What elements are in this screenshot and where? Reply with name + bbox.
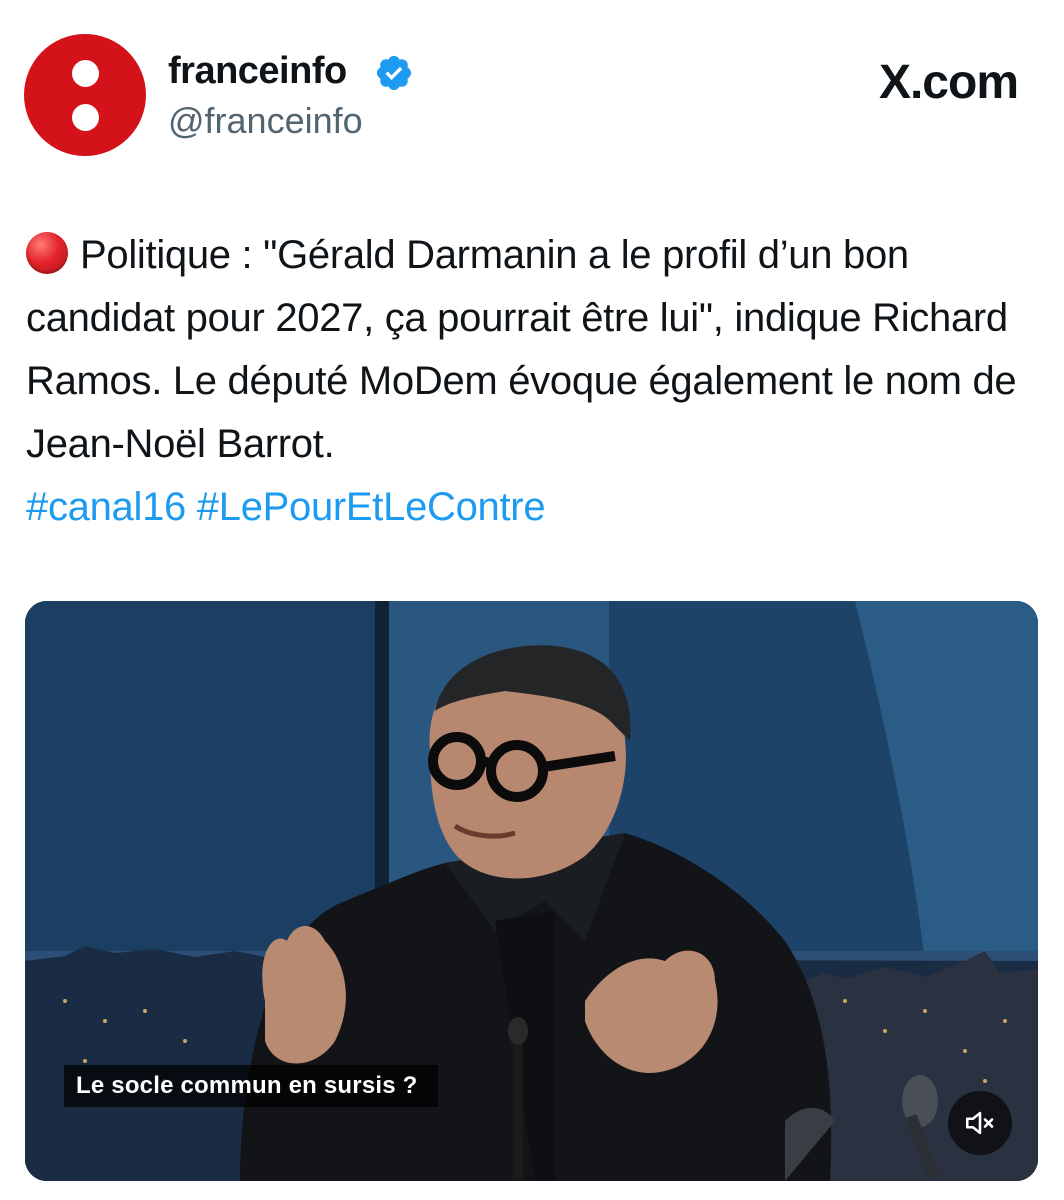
speaker-muted-icon	[965, 1111, 994, 1135]
logo-dot-top	[72, 60, 99, 87]
tweet-text: Politique : "Gérald Darmanin a le profil…	[26, 224, 1036, 539]
mute-button[interactable]	[948, 1091, 1012, 1155]
author-handle[interactable]: @franceinfo	[168, 100, 363, 142]
red-circle-icon	[26, 232, 68, 274]
author-display-name[interactable]: franceinfo	[168, 50, 347, 93]
tweet-body: Politique : "Gérald Darmanin a le profil…	[26, 233, 1017, 466]
logo-dot-bottom	[72, 104, 99, 131]
hashtag-link[interactable]: #LePourEtLeContre	[197, 485, 546, 529]
video-caption: Le socle commun en sursis ?	[64, 1065, 438, 1107]
video-player[interactable]: Le socle commun en sursis ?	[25, 601, 1038, 1181]
site-label: X.com	[878, 56, 1019, 109]
avatar[interactable]	[24, 34, 146, 156]
hashtag-link[interactable]: #canal16	[26, 485, 186, 529]
verified-badge-icon	[376, 55, 412, 91]
